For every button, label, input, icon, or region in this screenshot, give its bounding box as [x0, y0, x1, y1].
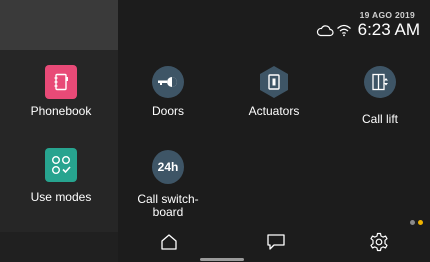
home-button[interactable] [156, 232, 182, 256]
tile-label: Use modes [30, 190, 92, 204]
home-icon [160, 233, 178, 256]
tile-label: Actuators [248, 104, 300, 118]
cloud-icon [316, 23, 334, 37]
wifi-icon [336, 23, 352, 37]
page-dot-active[interactable] [418, 220, 423, 225]
page-dot[interactable] [410, 220, 415, 225]
door-key-icon [152, 66, 184, 98]
actuator-icon [258, 66, 290, 98]
home-indicator-bar [200, 258, 244, 261]
bottom-nav [118, 226, 430, 262]
status-icons [316, 23, 352, 37]
tile-doors[interactable]: Doors [113, 58, 223, 128]
tile-phonebook[interactable]: Phonebook [6, 58, 116, 128]
tile-call-lift[interactable]: Call lift [325, 58, 430, 128]
status-bar: 19 AGO 2019 6:23 AM [316, 10, 420, 42]
clock: 19 AGO 2019 6:23 AM [358, 10, 420, 40]
tile-call-switchboard[interactable]: 24h Call switch- board [113, 141, 223, 219]
settings-icon [369, 232, 389, 257]
use-modes-icon [45, 148, 77, 182]
lift-icon [364, 66, 396, 98]
badge-24h: 24h [157, 160, 179, 174]
time-text: 6:23 AM [357, 20, 420, 39]
page-indicator[interactable] [410, 220, 423, 225]
tile-actuators[interactable]: Actuators [219, 58, 329, 128]
left-footer-background [0, 232, 118, 262]
home-screen: 19 AGO 2019 6:23 AM Phonebook Doors Actu… [0, 0, 430, 262]
tile-label: Phonebook [30, 104, 92, 118]
phonebook-icon [45, 65, 77, 99]
tile-label: Call lift [361, 112, 398, 126]
tile-label-line2: board [152, 205, 184, 219]
tile-label: Doors [151, 104, 184, 118]
switchboard-24h-icon: 24h [152, 150, 184, 184]
left-header-background [0, 0, 118, 50]
settings-button[interactable] [366, 232, 392, 256]
date-text: 19 AGO 2019 [359, 10, 416, 20]
messages-button[interactable] [263, 232, 289, 256]
tile-use-modes[interactable]: Use modes [6, 141, 116, 211]
message-icon [266, 233, 286, 256]
